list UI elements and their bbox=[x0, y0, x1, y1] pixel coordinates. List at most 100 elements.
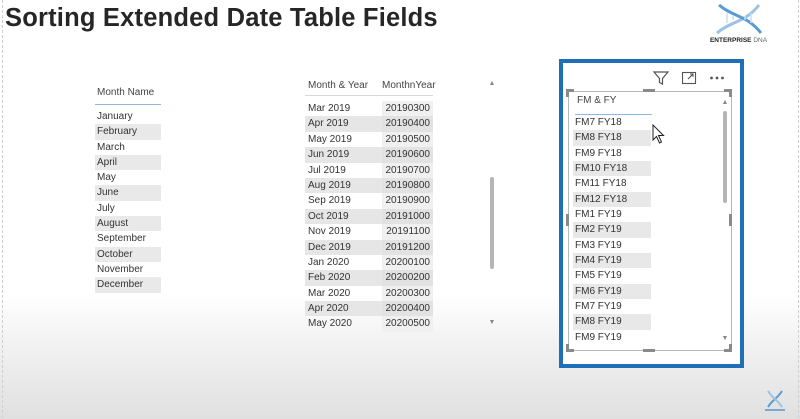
scroll-up-icon[interactable]: ▲ bbox=[721, 99, 729, 107]
slicer-item[interactable]: FM4 FY19 bbox=[573, 253, 651, 269]
scrollbar-thumb[interactable] bbox=[490, 177, 494, 269]
table-row[interactable]: August bbox=[95, 216, 161, 232]
scroll-down-icon[interactable]: ▼ bbox=[488, 319, 496, 327]
cell-monthnyear: 20190600 bbox=[382, 147, 433, 163]
table-row[interactable]: Jun 2019 20190600 bbox=[305, 147, 433, 163]
slicer-item[interactable]: FM8 FY19 bbox=[573, 314, 651, 330]
cell-monthnyear: 20191000 bbox=[382, 208, 433, 225]
cell-monthnyear: 20190700 bbox=[382, 162, 433, 178]
table-row[interactable]: Mar 2020 20200300 bbox=[305, 285, 433, 302]
table-row[interactable]: May 2020 20200500 bbox=[305, 316, 433, 332]
cell-month-year: Dec 2019 bbox=[305, 239, 382, 255]
table-row[interactable]: January bbox=[95, 109, 161, 124]
slicer-item[interactable]: FM7 FY18 bbox=[573, 115, 651, 130]
cell-monthnyear: 20200300 bbox=[382, 285, 433, 302]
table-row[interactable]: June bbox=[95, 185, 161, 201]
focus-mode-icon[interactable] bbox=[680, 69, 698, 87]
table-row[interactable]: Jul 2019 20190700 bbox=[305, 162, 433, 178]
cell-month-year: Aug 2019 bbox=[305, 177, 382, 194]
column-header-monthnyear[interactable]: MonthnYear bbox=[382, 76, 436, 95]
slicer-item[interactable]: FM11 FY18 bbox=[573, 176, 651, 191]
slicer-item[interactable]: FM9 FY18 bbox=[573, 146, 651, 161]
table-row[interactable]: Jan 2020 20200100 bbox=[305, 254, 433, 271]
corner-dna-logo-icon bbox=[765, 390, 785, 411]
cell-monthnyear: 20190800 bbox=[382, 177, 433, 194]
month-year-table[interactable]: Month & Year MonthnYear Mar 2019 20190300… bbox=[305, 76, 436, 332]
cell-month-year: Oct 2019 bbox=[305, 208, 382, 225]
month-name-rows: January February March April May June Ju… bbox=[95, 109, 161, 293]
table-row[interactable]: October bbox=[95, 246, 161, 262]
cell-monthnyear: 20191200 bbox=[382, 239, 433, 255]
cell-monthnyear: 20190900 bbox=[382, 193, 433, 209]
slicer-item[interactable]: FM12 FY18 bbox=[573, 191, 651, 208]
column-header-month-year[interactable]: Month & Year bbox=[305, 76, 382, 95]
scroll-down-icon[interactable]: ▼ bbox=[721, 335, 729, 343]
cell-month-year: May 2020 bbox=[308, 318, 352, 330]
table-row[interactable]: Oct 2019 20191000 bbox=[305, 208, 433, 225]
cell-monthnyear: 20200400 bbox=[382, 301, 433, 317]
cell-month-year: Nov 2019 bbox=[308, 226, 351, 238]
table-row[interactable]: September bbox=[95, 231, 161, 246]
resize-handle[interactable] bbox=[729, 344, 732, 352]
month-year-scrollbar[interactable]: ▲ ▼ bbox=[488, 80, 496, 327]
slicer-item[interactable]: FM10 FY18 bbox=[573, 161, 651, 177]
table-row[interactable]: May 2019 20190500 bbox=[305, 131, 433, 148]
table-row[interactable]: Nov 2019 20191100 bbox=[305, 224, 433, 240]
table-row[interactable]: November bbox=[95, 262, 161, 277]
cell-month-year: Mar 2019 bbox=[308, 103, 351, 114]
slicer-item[interactable]: FM5 FY19 bbox=[573, 268, 651, 283]
cell-month-year: Apr 2019 bbox=[305, 116, 382, 132]
table-row[interactable]: Mar 2019 20190300 bbox=[305, 101, 433, 117]
resize-handle[interactable] bbox=[566, 344, 569, 352]
slicer-item[interactable]: FM8 FY18 bbox=[573, 130, 651, 146]
cell-month-year: Mar 2020 bbox=[308, 287, 351, 299]
month-name-header[interactable]: Month Name bbox=[95, 85, 161, 105]
slicer-item[interactable]: FM2 FY19 bbox=[573, 222, 651, 238]
cell-monthnyear: 20190400 bbox=[382, 116, 433, 132]
table-row[interactable]: April bbox=[95, 154, 161, 171]
month-name-table[interactable]: Month Name January February March April … bbox=[95, 85, 161, 293]
page-title: Sorting Extended Date Table Fields bbox=[5, 4, 438, 32]
scrollbar-thumb[interactable] bbox=[723, 111, 727, 203]
cell-monthnyear: 20200200 bbox=[382, 270, 433, 286]
table-row[interactable]: Apr 2019 20190400 bbox=[305, 116, 433, 132]
cell-month-year: May 2019 bbox=[308, 133, 352, 145]
slicer-items: FM7 FY18 FM8 FY18 FM9 FY18 FM10 FY18 FM11 FY… bbox=[573, 115, 651, 345]
table-row[interactable]: Sep 2019 20190900 bbox=[305, 193, 433, 209]
visual-header bbox=[646, 69, 731, 89]
filter-icon[interactable] bbox=[652, 69, 670, 87]
table-row[interactable]: Feb 2020 20200200 bbox=[305, 270, 433, 286]
cell-monthnyear: 20191100 bbox=[382, 224, 433, 240]
resize-handle[interactable] bbox=[643, 89, 655, 92]
cell-monthnyear: 20200100 bbox=[382, 254, 433, 271]
table-row[interactable]: March bbox=[95, 140, 161, 155]
cell-monthnyear: 20190300 bbox=[382, 101, 433, 117]
slicer-item[interactable]: FM3 FY19 bbox=[573, 238, 651, 253]
slicer-item[interactable]: FM1 FY19 bbox=[573, 207, 651, 222]
slicer-scrollbar[interactable]: ▲ ▼ bbox=[721, 99, 729, 343]
resize-handle[interactable] bbox=[729, 89, 732, 97]
scroll-up-icon[interactable]: ▲ bbox=[488, 80, 496, 88]
slicer-item[interactable]: FM7 FY19 bbox=[573, 299, 651, 314]
slicer-item[interactable]: FM6 FY19 bbox=[573, 283, 651, 300]
resize-handle[interactable] bbox=[566, 89, 569, 97]
dna-helix-icon bbox=[716, 3, 763, 35]
cell-monthnyear: 20200500 bbox=[382, 316, 433, 332]
cell-month-year: Jun 2019 bbox=[305, 147, 382, 163]
table-row[interactable]: Apr 2020 20200400 bbox=[305, 301, 433, 317]
enterprise-dna-logo: ENTERPRISE DNA bbox=[705, 1, 772, 53]
table-row[interactable]: Aug 2019 20190800 bbox=[305, 177, 433, 194]
slicer-field-header[interactable]: FM & FY bbox=[575, 93, 652, 115]
table-row[interactable]: December bbox=[95, 277, 161, 293]
table-row[interactable]: February bbox=[95, 124, 161, 140]
resize-handle[interactable] bbox=[643, 349, 655, 352]
table-row[interactable]: May bbox=[95, 170, 161, 185]
cell-monthnyear: 20190500 bbox=[382, 131, 433, 148]
table-row[interactable]: July bbox=[95, 201, 161, 216]
slicer-item[interactable]: FM9 FY19 bbox=[573, 330, 651, 345]
table-row[interactable]: Dec 2019 20191200 bbox=[305, 239, 433, 255]
resize-handle[interactable] bbox=[566, 214, 569, 226]
cell-month-year: Feb 2020 bbox=[305, 270, 382, 286]
resize-handle[interactable] bbox=[729, 214, 732, 226]
more-options-icon[interactable] bbox=[708, 69, 726, 87]
